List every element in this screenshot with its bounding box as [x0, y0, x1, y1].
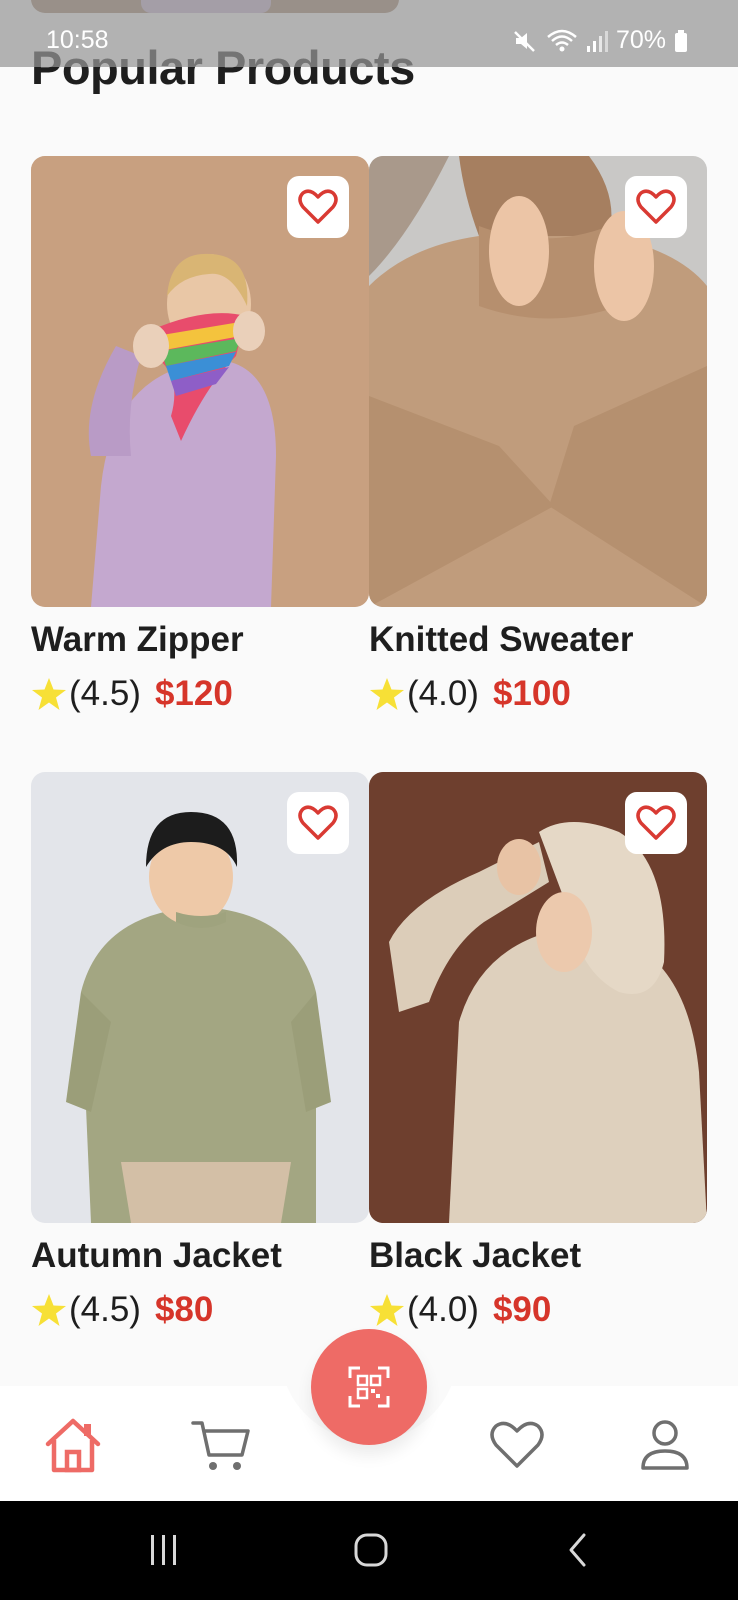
status-bar: 10:58 70% [0, 0, 738, 67]
qr-scan-icon [348, 1366, 390, 1408]
profile-icon [641, 1420, 689, 1470]
nav-cart[interactable] [186, 1410, 256, 1480]
home-circle-icon [354, 1533, 388, 1567]
battery-icon [675, 29, 687, 52]
star-icon [370, 678, 404, 710]
recent-apps-button[interactable] [134, 1518, 194, 1582]
product-price: $90 [492, 1290, 552, 1329]
wifi-icon [547, 29, 577, 51]
star-icon [32, 678, 66, 710]
home-icon [45, 1418, 101, 1473]
signal-icon [586, 30, 608, 52]
product-price: $100 [492, 674, 571, 713]
product-name: Warm Zipper [31, 620, 244, 659]
product-name: Autumn Jacket [31, 1236, 282, 1275]
product-name: Knitted Sweater [369, 620, 634, 659]
product-price: $120 [154, 674, 233, 713]
favorite-button[interactable] [625, 176, 687, 238]
heart-outline-icon [636, 805, 676, 840]
product-rating: (4.5) [69, 1290, 141, 1329]
heart-outline-icon [636, 189, 676, 224]
product-price: $80 [154, 1290, 214, 1329]
product-rating: (4.0) [407, 1290, 479, 1329]
nav-home[interactable] [38, 1410, 108, 1480]
nav-favorites[interactable] [482, 1410, 552, 1480]
favorite-button[interactable] [287, 792, 349, 854]
nav-profile[interactable] [630, 1410, 700, 1480]
back-icon [569, 1533, 586, 1567]
recent-apps-icon [151, 1535, 176, 1565]
battery-percent: 70% [615, 26, 666, 54]
favorite-button[interactable] [625, 792, 687, 854]
back-system-button[interactable] [548, 1518, 608, 1582]
home-system-button[interactable] [341, 1518, 401, 1582]
favorite-button[interactable] [287, 176, 349, 238]
product-name: Black Jacket [369, 1236, 582, 1275]
heart-outline-icon [298, 189, 338, 224]
heart-outline-icon [298, 805, 338, 840]
scan-button[interactable] [311, 1329, 427, 1445]
star-icon [32, 1294, 66, 1326]
mute-icon [514, 30, 535, 52]
cart-icon [191, 1421, 250, 1470]
star-icon [370, 1294, 404, 1326]
product-rating: (4.0) [407, 674, 479, 713]
heart-icon [490, 1421, 544, 1468]
status-time: 10:58 [46, 26, 109, 54]
product-rating: (4.5) [69, 674, 141, 713]
